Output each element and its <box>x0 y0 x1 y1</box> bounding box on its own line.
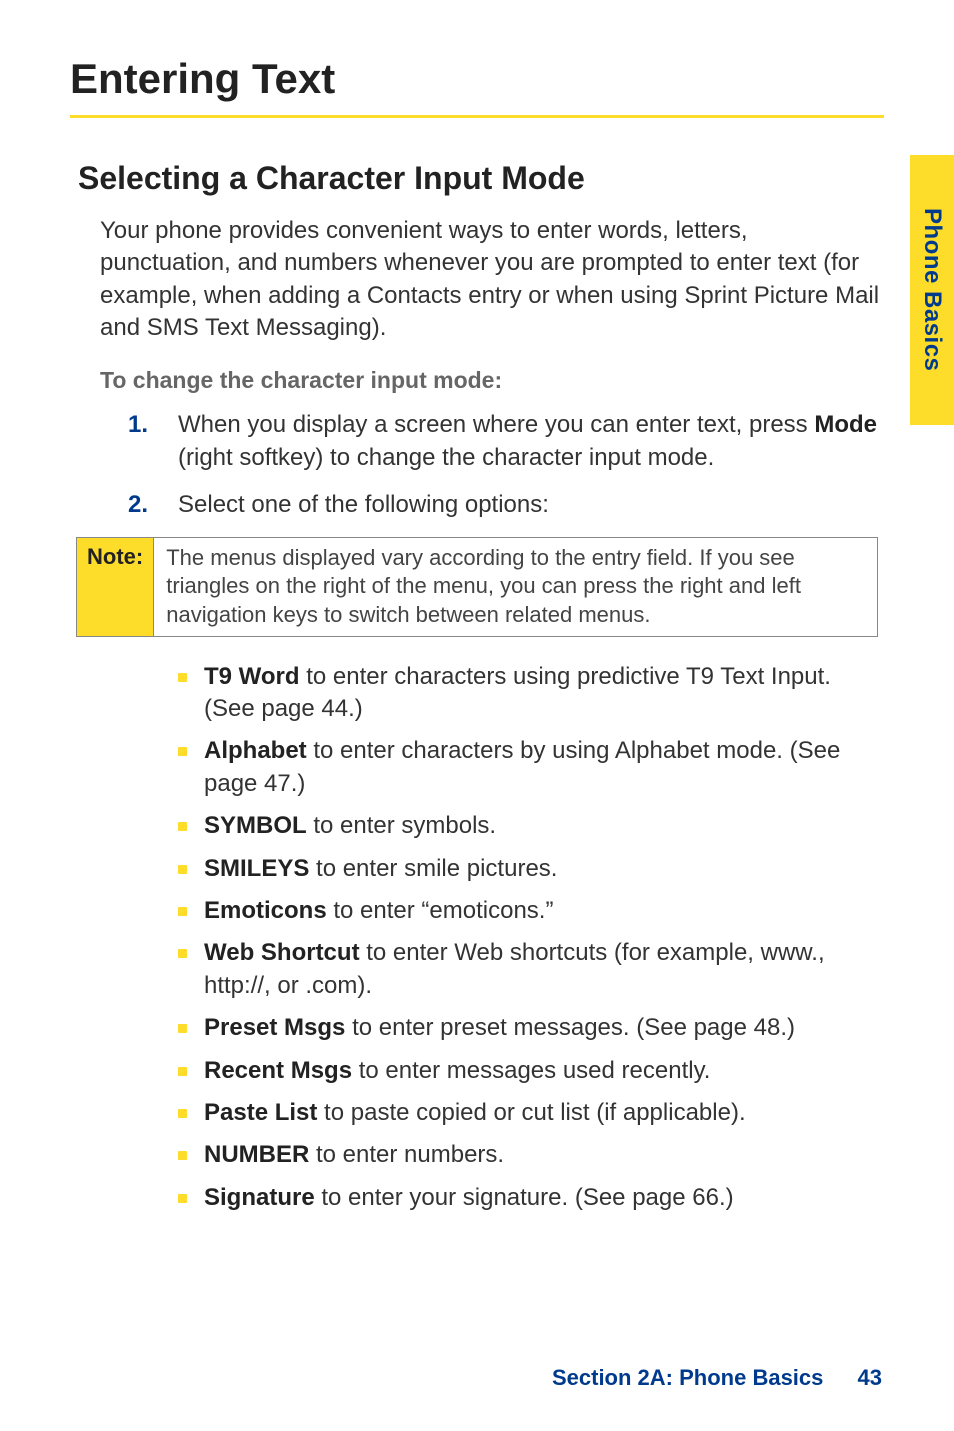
option-text: to enter preset messages. (See page 48.) <box>345 1014 795 1041</box>
option-label: Recent Msgs <box>204 1057 352 1084</box>
step-text-after: (right softkey) to change the character … <box>178 444 714 471</box>
options-list: T9 Word to enter characters using predic… <box>178 661 884 1214</box>
note-label: Note: <box>77 538 154 636</box>
option-label: Paste List <box>204 1099 317 1126</box>
step-bold: Mode <box>814 411 877 438</box>
list-item: SYMBOL to enter symbols. <box>178 810 884 842</box>
option-text: to enter “emoticons.” <box>327 897 554 924</box>
option-text: to enter your signature. (See page 66.) <box>315 1184 734 1211</box>
option-label: Emoticons <box>204 897 327 924</box>
step-text-before: Select one of the following options: <box>178 491 549 518</box>
option-label: Signature <box>204 1184 315 1211</box>
step-number: 2. <box>128 488 148 521</box>
step-item: 2. Select one of the following options: <box>128 488 884 521</box>
list-item: T9 Word to enter characters using predic… <box>178 661 884 726</box>
side-tab-label: Phone Basics <box>918 208 946 371</box>
option-text: to enter numbers. <box>309 1141 504 1168</box>
list-item: NUMBER to enter numbers. <box>178 1139 884 1171</box>
side-tab: Phone Basics <box>910 155 954 425</box>
step-text-before: When you display a screen where you can … <box>178 411 814 438</box>
step-number: 1. <box>128 408 148 441</box>
list-item: Web Shortcut to enter Web shortcuts (for… <box>178 937 884 1002</box>
list-item: SMILEYS to enter smile pictures. <box>178 853 884 885</box>
intro-paragraph: Your phone provides convenient ways to e… <box>100 215 884 345</box>
list-item: Signature to enter your signature. (See … <box>178 1182 884 1214</box>
option-text: to enter messages used recently. <box>352 1057 710 1084</box>
section-heading: Selecting a Character Input Mode <box>78 160 884 197</box>
option-label: Preset Msgs <box>204 1014 345 1041</box>
list-item: Paste List to paste copied or cut list (… <box>178 1097 884 1129</box>
option-text: to enter smile pictures. <box>309 855 557 882</box>
option-label: SYMBOL <box>204 812 307 839</box>
page-footer: Section 2A: Phone Basics 43 <box>552 1365 882 1391</box>
procedure-heading: To change the character input mode: <box>100 367 884 394</box>
option-label: NUMBER <box>204 1141 309 1168</box>
option-label: Web Shortcut <box>204 939 360 966</box>
note-body: The menus displayed vary according to th… <box>154 538 877 636</box>
footer-page-number: 43 <box>858 1365 882 1390</box>
list-item: Alphabet to enter characters by using Al… <box>178 735 884 800</box>
note-box: Note: The menus displayed vary according… <box>76 537 878 637</box>
steps-list: 1. When you display a screen where you c… <box>128 408 884 521</box>
page-title: Entering Text <box>70 55 884 118</box>
option-text: to paste copied or cut list (if applicab… <box>317 1099 745 1126</box>
option-label: Alphabet <box>204 737 307 764</box>
list-item: Emoticons to enter “emoticons.” <box>178 895 884 927</box>
step-item: 1. When you display a screen where you c… <box>128 408 884 474</box>
list-item: Recent Msgs to enter messages used recen… <box>178 1055 884 1087</box>
option-label: SMILEYS <box>204 855 309 882</box>
footer-section: Section 2A: Phone Basics <box>552 1365 823 1390</box>
list-item: Preset Msgs to enter preset messages. (S… <box>178 1012 884 1044</box>
option-text: to enter symbols. <box>307 812 496 839</box>
option-label: T9 Word <box>204 663 300 690</box>
